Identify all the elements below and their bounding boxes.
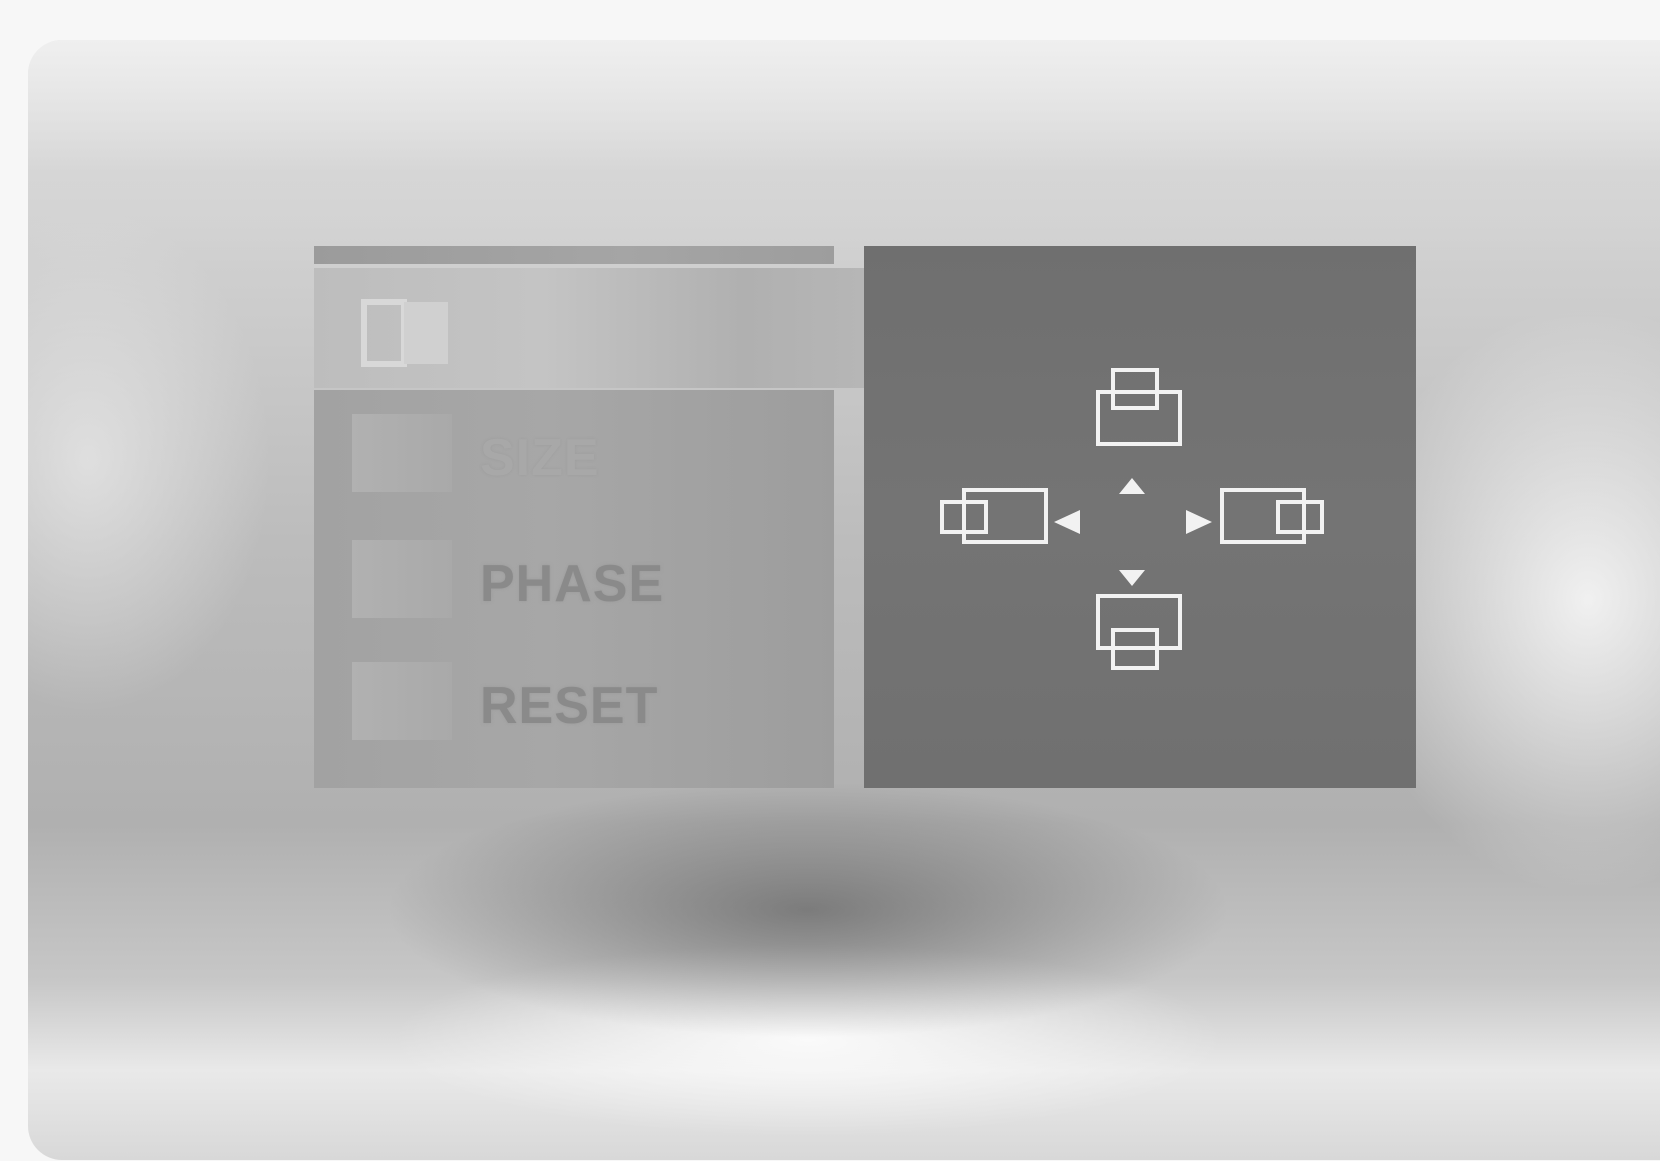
move-left-icon[interactable] (940, 488, 1048, 544)
arrow-down-icon (1119, 570, 1145, 586)
menu-item-phase[interactable]: PHASE (352, 540, 812, 620)
menu-item-label: PHASE (480, 555, 665, 613)
move-up-icon[interactable] (1096, 368, 1182, 446)
position-diagram (940, 368, 1324, 670)
menu-item-reset[interactable]: RESET (352, 662, 812, 742)
menu-item-label: SIZE (480, 429, 600, 487)
menu-header-strip (314, 246, 834, 264)
menu-item-label: RESET (480, 677, 659, 735)
phase-box-icon (352, 540, 452, 618)
menu-item-size[interactable]: SIZE (352, 414, 812, 494)
arrow-right-icon (1186, 510, 1212, 534)
size-box-icon (352, 414, 452, 492)
menu-item-position-selected[interactable] (314, 268, 886, 388)
move-down-icon[interactable] (1096, 594, 1182, 670)
position-icon (361, 299, 448, 367)
menu-list: SIZE PHASE RESET (314, 390, 834, 788)
arrow-left-icon (1054, 510, 1080, 534)
screen-glare (28, 40, 1660, 260)
reset-box-icon (352, 662, 452, 740)
position-preview-panel (864, 246, 1416, 788)
osd-screen: SIZE PHASE RESET (0, 0, 1660, 1161)
arrow-up-icon (1119, 478, 1145, 494)
move-right-icon[interactable] (1220, 488, 1324, 544)
